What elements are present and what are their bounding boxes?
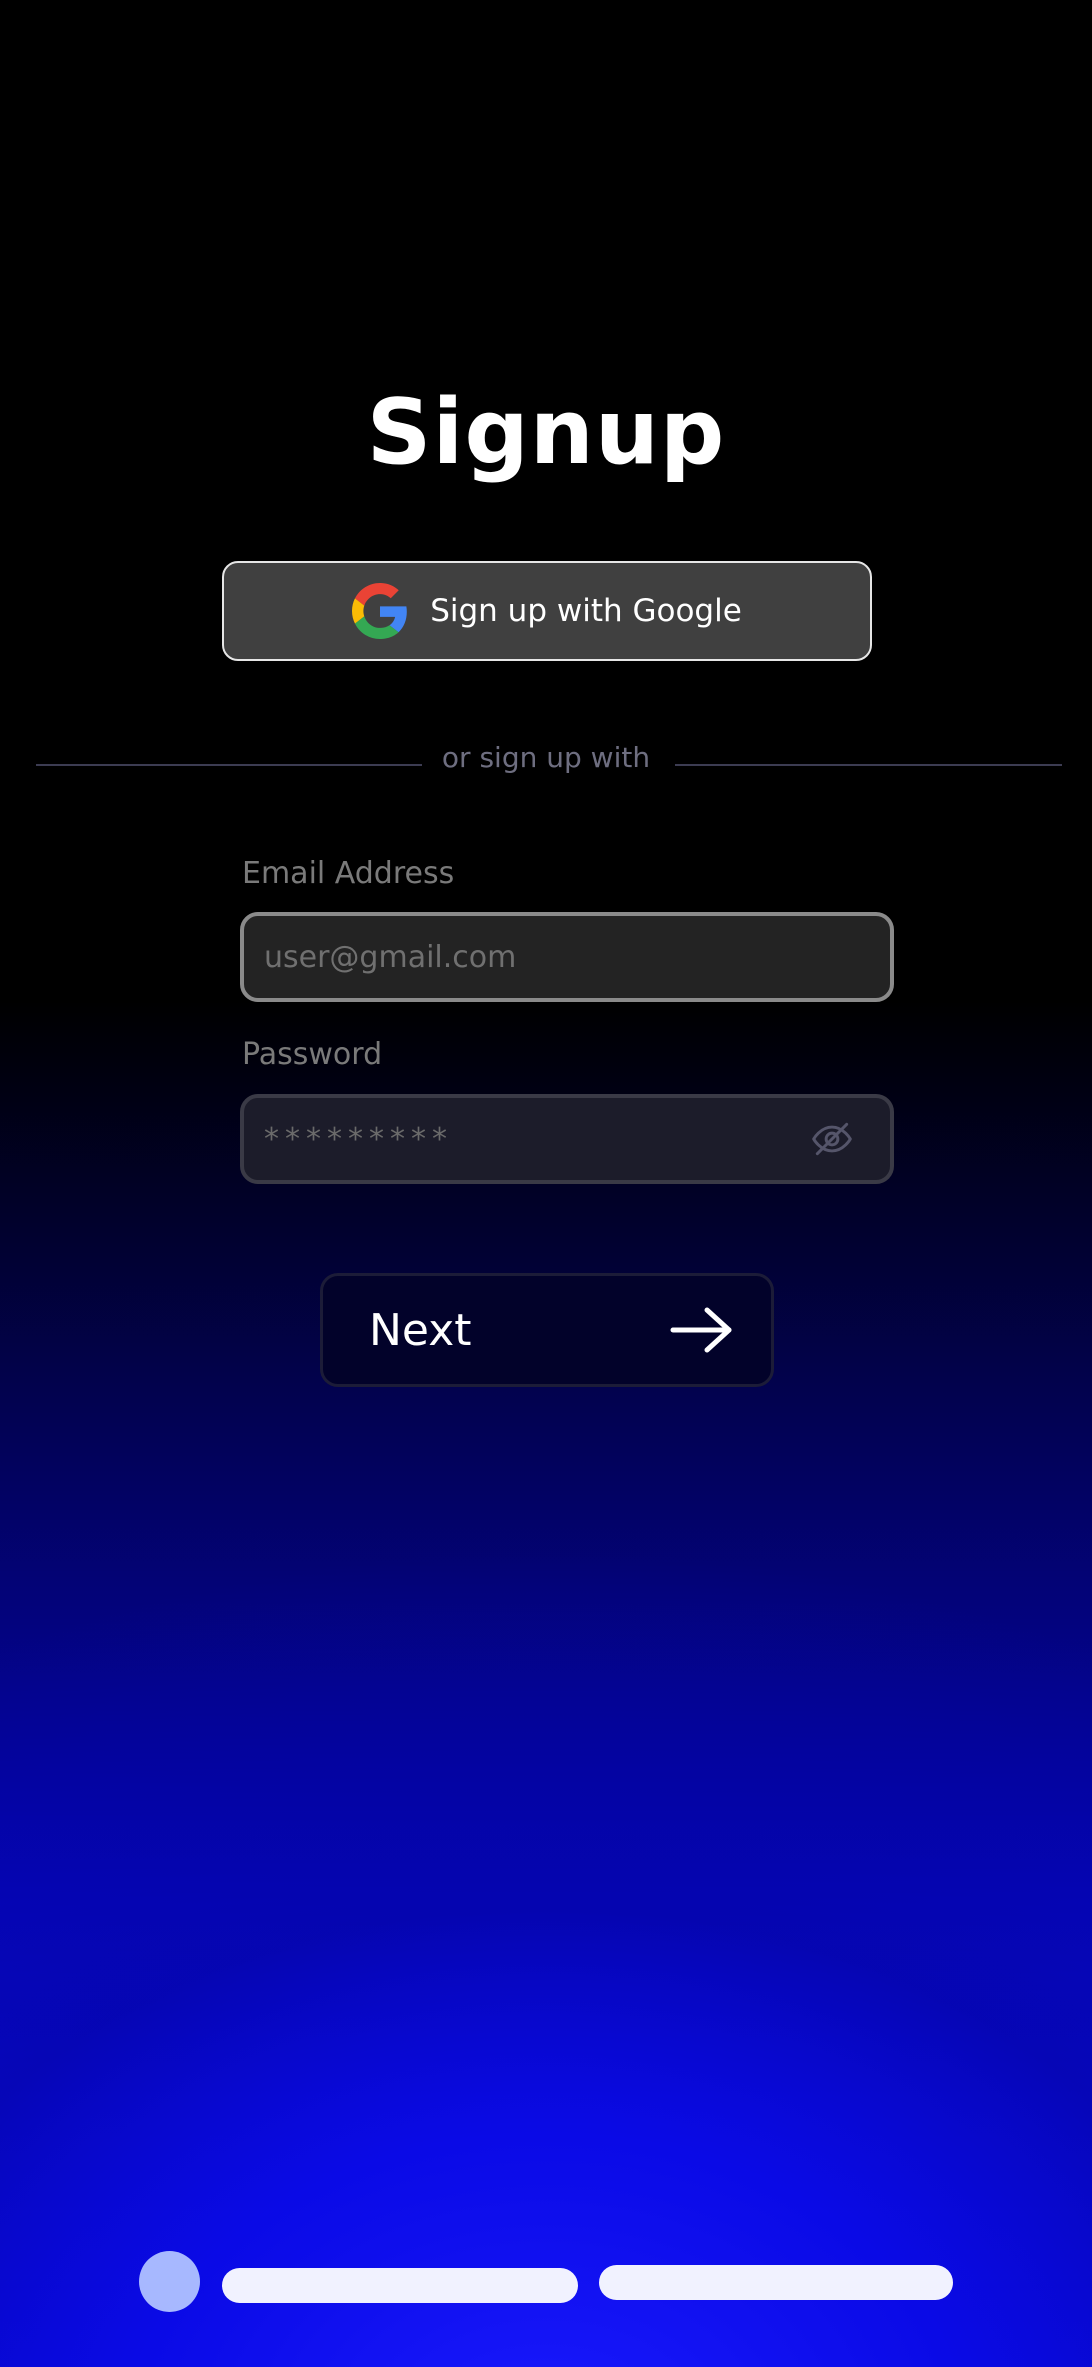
divider-text: or sign up with — [441, 741, 651, 774]
email-field-container — [240, 912, 894, 1002]
google-signup-label: Sign up with Google — [430, 593, 742, 629]
google-logo-icon — [352, 583, 408, 639]
password-field[interactable] — [264, 1121, 800, 1157]
password-field-container — [240, 1094, 894, 1184]
next-button[interactable]: Next — [320, 1273, 774, 1387]
email-field[interactable] — [264, 939, 870, 975]
next-button-label: Next — [369, 1304, 472, 1356]
progress-step-2 — [222, 2268, 578, 2303]
google-signup-button[interactable]: Sign up with Google — [222, 561, 872, 661]
progress-step-3 — [599, 2265, 953, 2300]
eye-off-icon[interactable] — [810, 1117, 854, 1161]
progress-step-1-active — [139, 2251, 200, 2312]
divider-line-right — [675, 764, 1062, 766]
email-label: Email Address — [242, 856, 455, 891]
password-label: Password — [242, 1037, 383, 1072]
page-title: Signup — [366, 380, 726, 485]
arrow-right-icon — [670, 1307, 732, 1353]
